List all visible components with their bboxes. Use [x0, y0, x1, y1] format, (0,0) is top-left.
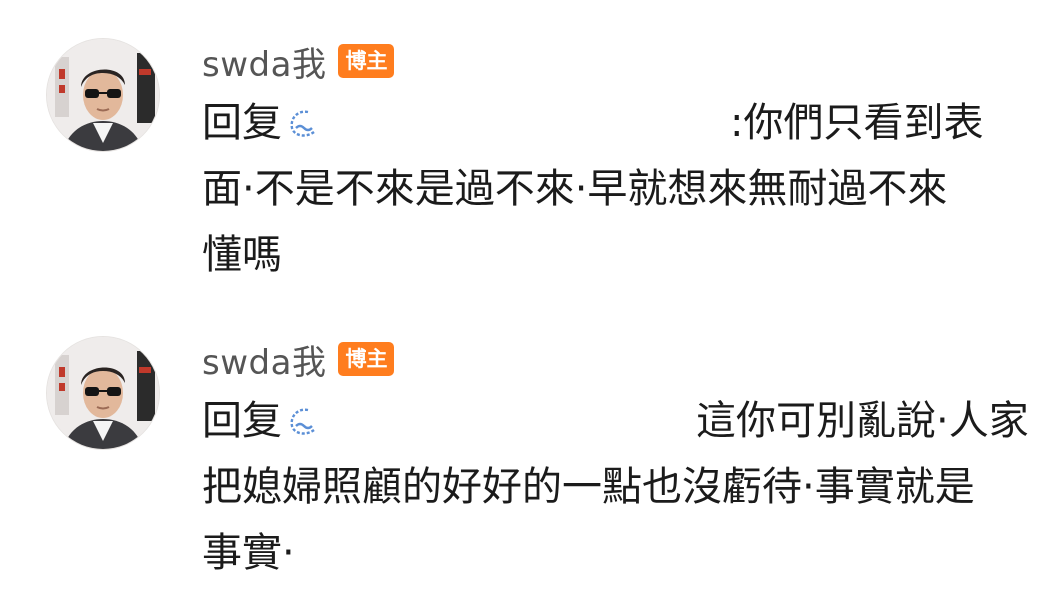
emoji-wave-icon: [290, 110, 315, 137]
avatar[interactable]: [46, 336, 160, 450]
avatar-man-sunglasses-icon: [47, 337, 159, 449]
username-row: swda我 博主: [202, 37, 395, 86]
comment-text-start: 這你可別亂說·人家: [696, 398, 1029, 444]
comment-line: 事實·: [202, 530, 295, 576]
reply-prefix: 回复: [202, 398, 282, 444]
emoji-wave-icon: [290, 408, 315, 435]
username[interactable]: swda我: [202, 335, 326, 384]
avatar[interactable]: [46, 38, 160, 152]
comment-line: 回复 這你可別亂說·人家: [202, 388, 1032, 454]
comment-line: 懂嗎: [202, 232, 282, 278]
comment-line: 面·不是不來是過不來·早就想來無耐過不來: [202, 166, 948, 212]
comment-line: 把媳婦照顧的好好的一點也沒虧待·事實就是: [202, 464, 975, 510]
avatar-man-sunglasses-icon: [47, 39, 159, 151]
username[interactable]: swda我: [202, 37, 326, 86]
comment-line: 回复 :你們只看到表: [202, 90, 1032, 156]
comment-text: 回复 :你們只看到表 面·不是不來是過不來·早就想來無耐過不來 懂嗎: [202, 90, 1032, 288]
reply-prefix: 回复: [202, 100, 282, 146]
comment-text: 回复 這你可別亂說·人家 把媳婦照顧的好好的一點也沒虧待·事實就是 事實·: [202, 388, 1032, 586]
comment-text-start: :你們只看到表: [730, 100, 984, 146]
author-badge: 博主: [338, 342, 395, 376]
username-row: swda我 博主: [202, 335, 395, 384]
author-badge: 博主: [338, 44, 395, 78]
